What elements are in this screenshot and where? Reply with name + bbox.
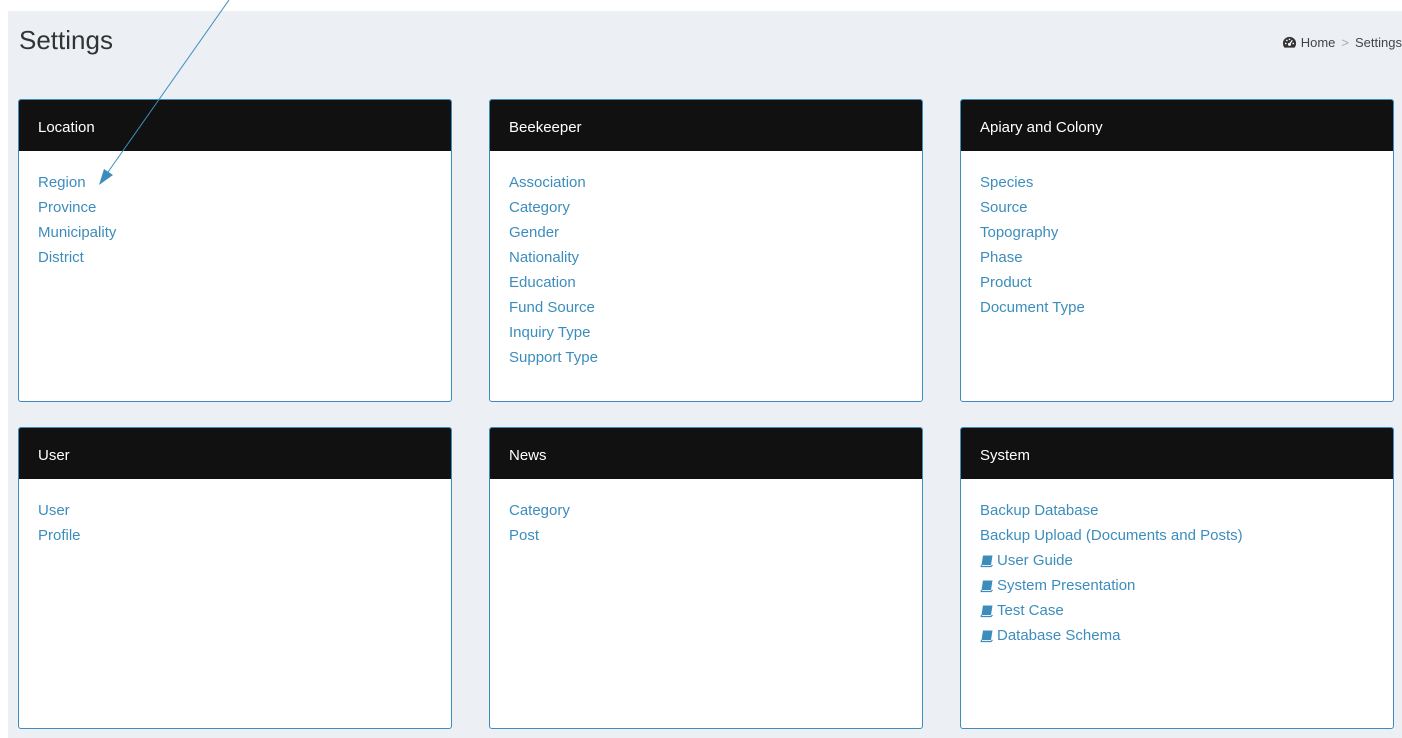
support-type-link[interactable]: Support Type xyxy=(509,348,598,368)
region-link[interactable]: Region xyxy=(38,173,86,193)
news-box-header: News xyxy=(490,428,922,479)
book-icon xyxy=(980,630,993,643)
user-box-header: User xyxy=(19,428,451,479)
news-category-link[interactable]: Category xyxy=(509,501,570,521)
dashboard-icon xyxy=(1282,36,1296,48)
nationality-link[interactable]: Nationality xyxy=(509,248,579,268)
user-link-list: User Profile xyxy=(38,501,432,551)
breadcrumb: Home > Settings xyxy=(1282,35,1402,50)
beekeeper-category-link[interactable]: Category xyxy=(509,198,570,218)
beekeeper-box: Beekeeper Association Category Gender Na… xyxy=(489,99,923,402)
profile-link[interactable]: Profile xyxy=(38,526,81,546)
backup-database-link[interactable]: Backup Database xyxy=(980,501,1098,521)
apiary-colony-box: Apiary and Colony Species Source Topogra… xyxy=(960,99,1394,402)
fund-source-link[interactable]: Fund Source xyxy=(509,298,595,318)
book-icon xyxy=(980,555,993,568)
phase-link[interactable]: Phase xyxy=(980,248,1023,268)
beekeeper-box-header: Beekeeper xyxy=(490,100,922,151)
source-link[interactable]: Source xyxy=(980,198,1028,218)
test-case-label: Test Case xyxy=(997,602,1064,619)
topography-link[interactable]: Topography xyxy=(980,223,1058,243)
book-icon xyxy=(980,580,993,593)
location-box-header: Location xyxy=(19,100,451,151)
product-link[interactable]: Product xyxy=(980,273,1032,293)
education-link[interactable]: Education xyxy=(509,273,576,293)
location-box: Location Region Province Municipality Di… xyxy=(18,99,452,402)
backup-upload-link[interactable]: Backup Upload (Documents and Posts) xyxy=(980,526,1243,546)
system-presentation-link[interactable]: System Presentation xyxy=(980,576,1135,596)
association-link[interactable]: Association xyxy=(509,173,586,193)
news-box: News Category Post xyxy=(489,427,923,729)
inquiry-type-link[interactable]: Inquiry Type xyxy=(509,323,590,343)
book-icon xyxy=(980,605,993,618)
user-box: User User Profile xyxy=(18,427,452,729)
apiary-colony-box-header: Apiary and Colony xyxy=(961,100,1393,151)
database-schema-label: Database Schema xyxy=(997,627,1121,644)
breadcrumb-current: Settings xyxy=(1355,35,1402,50)
province-link[interactable]: Province xyxy=(38,198,96,218)
user-link[interactable]: User xyxy=(38,501,70,521)
breadcrumb-separator: > xyxy=(1341,35,1350,50)
database-schema-link[interactable]: Database Schema xyxy=(980,626,1120,646)
post-link[interactable]: Post xyxy=(509,526,539,546)
user-guide-link[interactable]: User Guide xyxy=(980,551,1073,571)
test-case-link[interactable]: Test Case xyxy=(980,601,1064,621)
beekeeper-link-list: Association Category Gender Nationality … xyxy=(509,173,903,373)
apiary-colony-link-list: Species Source Topography Phase Product … xyxy=(980,173,1374,323)
content-area: Settings Home > Settings Location Region… xyxy=(8,11,1402,738)
location-link-list: Region Province Municipality District xyxy=(38,173,432,273)
municipality-link[interactable]: Municipality xyxy=(38,223,116,243)
gender-link[interactable]: Gender xyxy=(509,223,559,243)
system-box: System Backup Database Backup Upload (Do… xyxy=(960,427,1394,729)
breadcrumb-home-link[interactable]: Home xyxy=(1301,35,1336,50)
system-box-header: System xyxy=(961,428,1393,479)
news-link-list: Category Post xyxy=(509,501,903,551)
district-link[interactable]: District xyxy=(38,248,84,268)
species-link[interactable]: Species xyxy=(980,173,1033,193)
user-guide-label: User Guide xyxy=(997,552,1073,569)
document-type-link[interactable]: Document Type xyxy=(980,298,1085,318)
page-title: Settings xyxy=(19,25,113,55)
system-link-list: Backup Database Backup Upload (Documents… xyxy=(980,501,1374,651)
system-presentation-label: System Presentation xyxy=(997,577,1136,594)
